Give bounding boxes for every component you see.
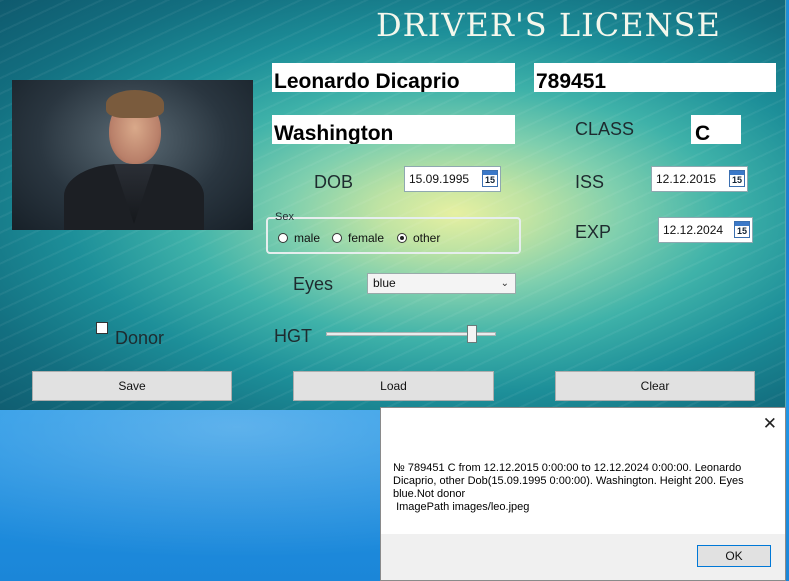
exp-value: 12.12.2024 — [663, 223, 724, 237]
eyes-selected-value: blue — [373, 276, 396, 290]
name-input[interactable]: Leonardo Dicaprio — [272, 63, 515, 92]
radio-circle-other — [397, 233, 407, 243]
license-number-input[interactable]: 789451 — [534, 63, 776, 92]
calendar-icon[interactable]: 15 — [734, 221, 750, 238]
radio-label-female: female — [348, 231, 385, 245]
exp-label: EXP — [575, 222, 612, 242]
message-box-dialog: ✕ № 789451 C from 12.12.2015 0:00:00 to … — [380, 407, 786, 581]
load-button[interactable]: Load — [293, 371, 494, 401]
class-input[interactable]: C — [691, 115, 741, 144]
license-form-window: DRIVER'S LICENSE Leonardo Dicaprio 78945… — [0, 0, 786, 410]
dob-label: DOB — [314, 172, 354, 192]
sex-radio-other[interactable]: other — [397, 231, 440, 245]
photo-hair-shape — [106, 90, 164, 118]
message-box-footer: OK — [381, 534, 785, 580]
calendar-icon[interactable]: 15 — [729, 170, 745, 187]
height-slider-thumb[interactable] — [466, 325, 477, 343]
state-input[interactable]: Washington — [272, 115, 515, 144]
iss-label: ISS — [575, 172, 605, 192]
close-icon[interactable]: ✕ — [763, 414, 777, 434]
iss-datepicker[interactable]: 12.12.2015 15 — [651, 166, 748, 192]
class-label: CLASS — [575, 119, 635, 139]
clear-button[interactable]: Clear — [555, 371, 755, 401]
photo-picture — [12, 80, 253, 230]
form-title: DRIVER'S LICENSE — [376, 6, 721, 44]
calendar-icon[interactable]: 15 — [482, 170, 498, 187]
radio-label-male: male — [294, 231, 321, 245]
sex-legend: Sex — [275, 211, 294, 223]
chevron-down-icon[interactable]: ⌄ — [501, 274, 509, 293]
message-text: № 789451 C from 12.12.2015 0:00:00 to 12… — [393, 462, 744, 513]
donor-checkbox[interactable] — [96, 322, 108, 334]
exp-datepicker[interactable]: 12.12.2024 15 — [658, 217, 753, 243]
eyes-select[interactable]: blue ⌄ — [367, 273, 516, 294]
eyes-label: Eyes — [293, 274, 334, 294]
dob-value: 15.09.1995 — [409, 172, 470, 186]
radio-label-other: other — [413, 231, 441, 245]
save-button[interactable]: Save — [32, 371, 232, 401]
donor-label: Donor — [115, 328, 165, 348]
ok-button[interactable]: OK — [697, 545, 771, 567]
radio-circle-male — [278, 233, 288, 243]
iss-value: 12.12.2015 — [656, 172, 717, 186]
height-label: HGT — [274, 326, 312, 346]
sex-radio-female[interactable]: female — [332, 231, 384, 245]
dob-datepicker[interactable]: 15.09.1995 15 — [404, 166, 501, 192]
radio-circle-female — [332, 233, 342, 243]
sex-radio-male[interactable]: male — [278, 231, 320, 245]
